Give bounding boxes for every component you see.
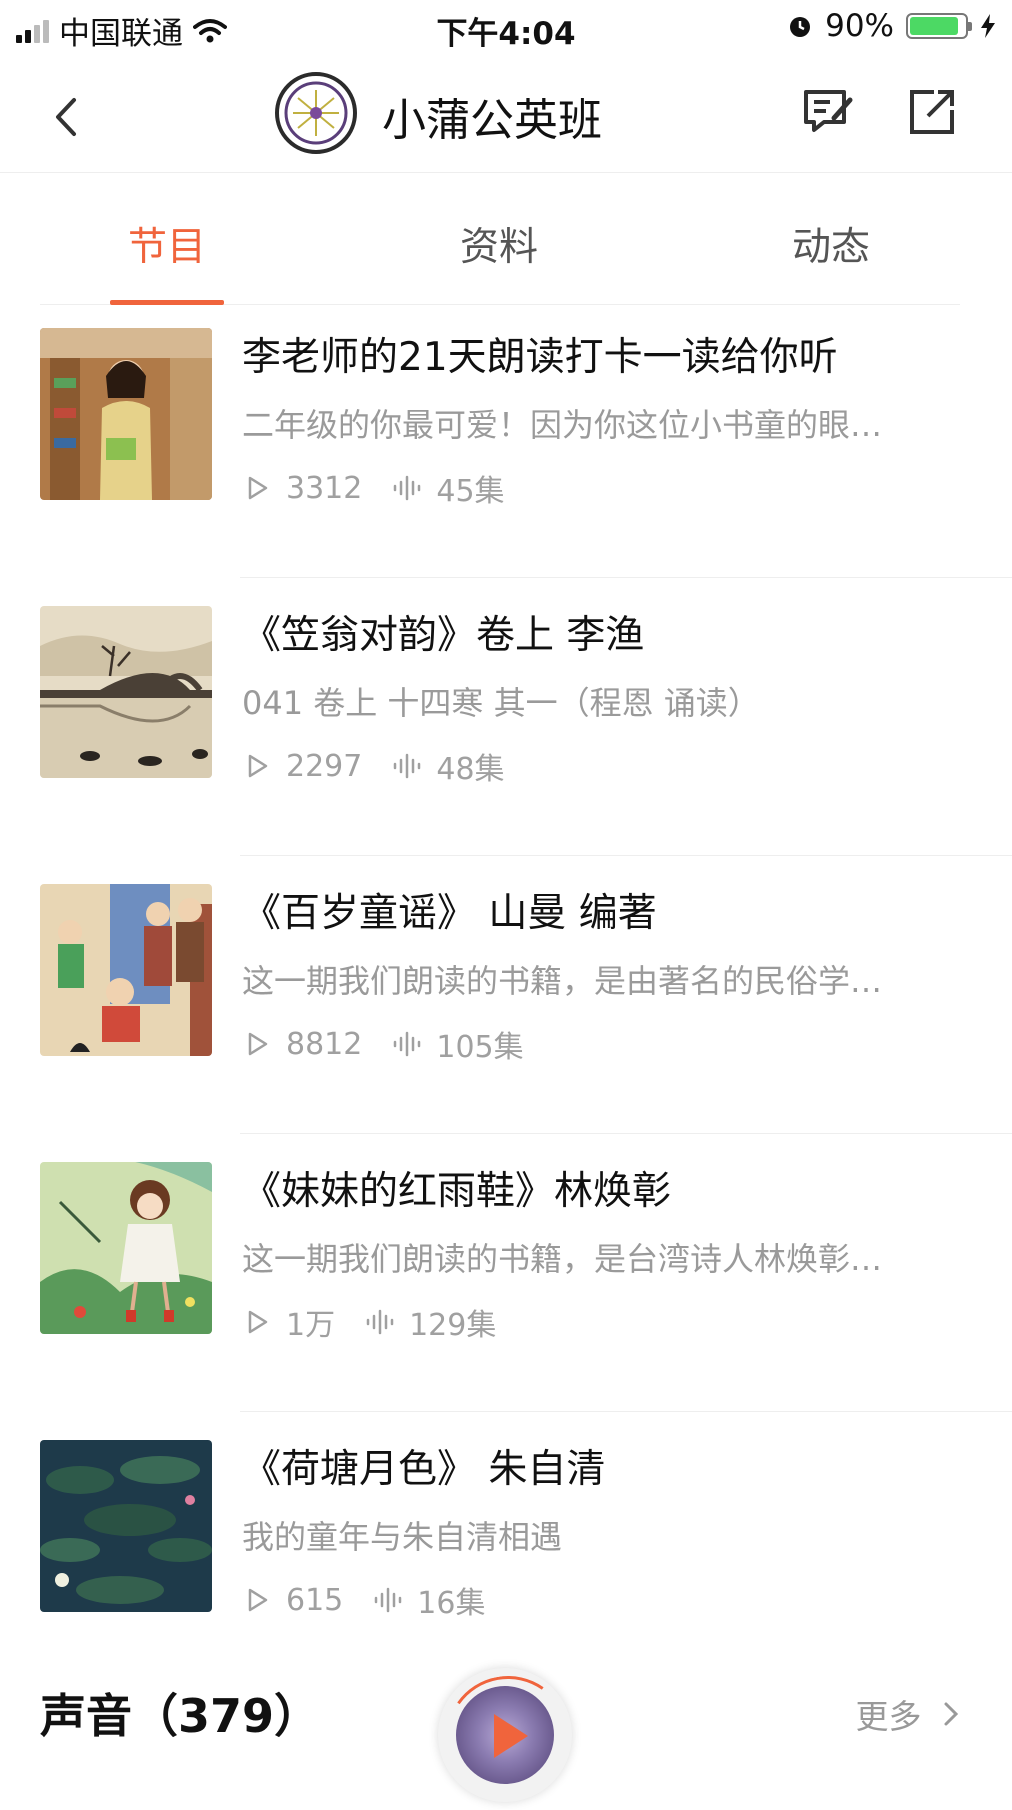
edit-note-icon[interactable] xyxy=(800,84,856,140)
audio-wave-icon xyxy=(366,1309,394,1335)
divider xyxy=(240,855,1012,856)
tab-materials[interactable]: 资料 xyxy=(460,216,538,272)
more-label: 更多 xyxy=(855,1697,922,1736)
episode-count: 48集 xyxy=(436,752,505,787)
play-count-icon xyxy=(248,1032,268,1056)
program-desc: 这一期我们朗读的书籍，是由著名的民俗学… xyxy=(242,962,883,1000)
program-desc: 041 卷上 十四寒 其一（程恩 诵读） xyxy=(242,684,760,722)
program-title: 《笠翁对韵》卷上 李渔 xyxy=(242,613,645,658)
list-item[interactable]: 《妹妹的红雨鞋》林焕彰 这一期我们朗读的书籍，是台湾诗人林焕彰… 1万 129集 xyxy=(0,1138,1012,1412)
program-meta: 3312 45集 xyxy=(242,466,505,510)
divider xyxy=(240,1411,1012,1412)
status-right: 90% xyxy=(787,8,996,44)
program-desc: 二年级的你最可爱！因为你这位小书童的眼… xyxy=(242,406,883,444)
divider xyxy=(240,1133,1012,1134)
battery-icon xyxy=(906,13,972,39)
girl-rain-illustration-cover xyxy=(40,1162,212,1334)
tab-activity[interactable]: 动态 xyxy=(792,216,870,272)
battery-fill xyxy=(910,17,959,35)
program-desc: 这一期我们朗读的书籍，是台湾诗人林焕彰… xyxy=(242,1240,883,1278)
sound-heading: 声音（379） xyxy=(40,1689,321,1743)
program-desc: 我的童年与朱自清相遇 xyxy=(242,1518,563,1556)
mini-player-button[interactable] xyxy=(436,1666,580,1810)
play-count-icon xyxy=(248,754,268,778)
play-count: 1万 xyxy=(286,1308,336,1343)
back-icon[interactable] xyxy=(46,84,86,150)
program-title: 《妹妹的红雨鞋》林焕彰 xyxy=(242,1169,672,1214)
list-item[interactable]: 李老师的21天朗读打卡一读给你听 二年级的你最可爱！因为你这位小书童的眼… 33… xyxy=(0,304,1012,578)
battery-percent: 90% xyxy=(825,8,894,44)
dandelion-logo-icon xyxy=(280,77,352,149)
more-link[interactable]: 更多 xyxy=(856,1690,961,1738)
play-count-icon xyxy=(248,1588,268,1612)
episode-count: 105集 xyxy=(436,1030,524,1065)
list-item[interactable]: 《荷塘月色》 朱自清 我的童年与朱自清相遇 615 16集 xyxy=(0,1416,1012,1690)
episode-count: 45集 xyxy=(436,474,505,509)
share-icon[interactable] xyxy=(904,84,960,140)
folk-illustration-cover xyxy=(40,884,212,1056)
audio-wave-icon xyxy=(394,753,421,779)
play-count: 615 xyxy=(286,1582,344,1618)
audio-wave-icon xyxy=(394,1031,421,1057)
program-title: 李老师的21天朗读打卡一读给你听 xyxy=(242,335,838,380)
avatar[interactable] xyxy=(275,72,357,154)
program-meta: 2297 48集 xyxy=(242,744,505,788)
divider xyxy=(240,577,1012,578)
page-title: 小蒲公英班 xyxy=(382,95,602,146)
charging-icon xyxy=(981,14,995,38)
teacher-photo-cover xyxy=(40,328,212,500)
list-item[interactable]: 《百岁童谣》 山曼 编著 这一期我们朗读的书籍，是由著名的民俗学… 8812 1… xyxy=(0,860,1012,1134)
play-count: 8812 xyxy=(286,1026,363,1062)
bridge-painting-cover xyxy=(40,606,212,778)
audio-wave-icon xyxy=(375,1587,402,1613)
play-count: 3312 xyxy=(286,470,363,506)
program-title: 《百岁童谣》 山曼 编著 xyxy=(242,891,657,936)
play-icon xyxy=(494,1714,528,1758)
program-title: 《荷塘月色》 朱自清 xyxy=(242,1447,606,1492)
program-meta: 1万 129集 xyxy=(242,1300,496,1344)
chevron-right-icon xyxy=(942,1697,960,1736)
tab-programs[interactable]: 节目 xyxy=(128,216,206,272)
tab-bar: 节目 资料 动态 xyxy=(40,172,960,305)
alarm-icon xyxy=(790,17,811,37)
program-meta: 8812 105集 xyxy=(242,1022,524,1066)
list-item[interactable]: 《笠翁对韵》卷上 李渔 041 卷上 十四寒 其一（程恩 诵读） 2297 48… xyxy=(0,582,1012,856)
program-meta: 615 16集 xyxy=(242,1578,485,1622)
audio-wave-icon xyxy=(394,475,421,501)
nav-bar: 小蒲公英班 xyxy=(0,62,1012,173)
play-count: 2297 xyxy=(286,748,363,784)
status-bar: 中国联通 下午4:04 90% xyxy=(0,0,1012,58)
episode-count: 129集 xyxy=(409,1308,497,1343)
episode-count: 16集 xyxy=(417,1586,486,1621)
play-count-icon xyxy=(248,476,268,500)
play-count-icon xyxy=(248,1310,268,1334)
lotus-pond-cover xyxy=(40,1440,212,1612)
